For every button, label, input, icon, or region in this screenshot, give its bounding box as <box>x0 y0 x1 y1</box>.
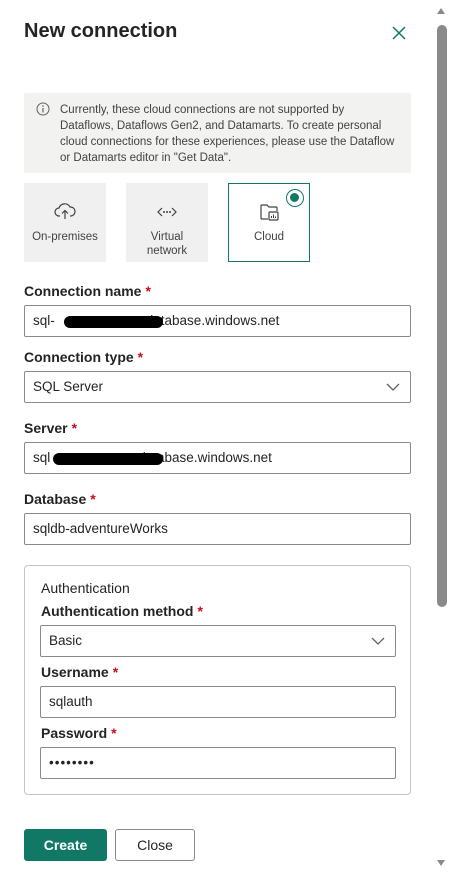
database-label: Database * <box>24 491 96 507</box>
auth-method-label-text: Authentication method <box>41 603 194 619</box>
connection-name-label-text: Connection name <box>24 283 142 299</box>
required-marker: * <box>145 283 151 299</box>
authentication-title: Authentication <box>41 580 130 596</box>
required-marker: * <box>71 420 78 436</box>
connection-name-suffix: database.windows.net <box>145 313 280 328</box>
scrollbar-thumb[interactable] <box>437 25 447 607</box>
required-marker: * <box>112 664 119 680</box>
required-marker: * <box>90 491 96 507</box>
required-marker: * <box>111 725 117 741</box>
connection-type-value: SQL Server <box>33 379 104 394</box>
auth-method-select[interactable]: Basic <box>40 625 396 657</box>
username-input[interactable]: sqlauth <box>40 686 396 718</box>
connection-name-prefix: sql- <box>33 313 55 328</box>
chevron-down-icon <box>386 383 400 391</box>
database-input[interactable]: sqldb-adventureWorks <box>24 513 411 545</box>
cloud-connection-icon <box>260 204 279 221</box>
connection-type-label-text: Connection type <box>24 349 134 365</box>
close-button[interactable]: Close <box>115 829 195 861</box>
redaction-mark <box>64 316 163 328</box>
connection-type-select[interactable]: SQL Server <box>24 371 411 403</box>
scrollbar[interactable] <box>433 0 451 874</box>
required-marker: * <box>197 603 203 619</box>
username-value: sqlauth <box>49 694 93 709</box>
password-label: Password * <box>41 725 117 741</box>
close-icon[interactable] <box>390 24 408 42</box>
tile-label: Virtual network <box>146 231 188 257</box>
tile-label: Cloud <box>253 231 285 243</box>
info-icon <box>36 102 50 116</box>
server-prefix: sql <box>33 450 51 465</box>
database-value: sqldb-adventureWorks <box>33 521 168 536</box>
scroll-down-arrow-icon[interactable] <box>437 860 445 866</box>
scroll-up-arrow-icon[interactable] <box>437 8 445 14</box>
new-connection-panel: New connection Currently, these cloud co… <box>0 0 433 874</box>
connection-name-input[interactable]: sql-database.windows.net <box>24 305 411 337</box>
auth-method-value: Basic <box>49 633 83 648</box>
selected-radio-icon <box>286 189 304 207</box>
server-label: Server * <box>24 420 77 436</box>
tile-on-premises[interactable]: On-premises <box>24 183 106 262</box>
notice-text: Currently, these cloud connections are n… <box>60 104 395 164</box>
password-label-text: Password <box>41 725 108 741</box>
password-input[interactable]: •••••••• <box>40 747 396 779</box>
username-label: Username * <box>41 664 118 680</box>
auth-method-label: Authentication method * <box>41 603 203 619</box>
tile-cloud[interactable]: Cloud <box>228 183 310 262</box>
connection-name-label: Connection name * <box>24 283 151 299</box>
server-label-text: Server <box>24 420 68 436</box>
chevron-down-icon <box>371 637 385 645</box>
redaction-mark <box>53 453 163 465</box>
dialog-title: New connection <box>24 20 178 42</box>
authentication-section: Authentication Authentication method * Ba… <box>24 565 411 795</box>
tile-virtual-network[interactable]: Virtual network <box>126 183 208 262</box>
username-label-text: Username <box>41 664 109 680</box>
required-marker: * <box>137 349 144 365</box>
connection-type-label: Connection type * <box>24 349 143 365</box>
password-value: •••••••• <box>49 755 95 770</box>
create-button[interactable]: Create <box>24 829 107 861</box>
info-notice: Currently, these cloud connections are n… <box>24 93 411 173</box>
database-label-text: Database <box>24 491 87 507</box>
tile-label: On-premises <box>32 231 98 243</box>
server-input[interactable]: sql database.windows.net <box>24 442 411 474</box>
cloud-upload-icon <box>54 203 76 219</box>
virtual-network-icon <box>157 207 177 217</box>
